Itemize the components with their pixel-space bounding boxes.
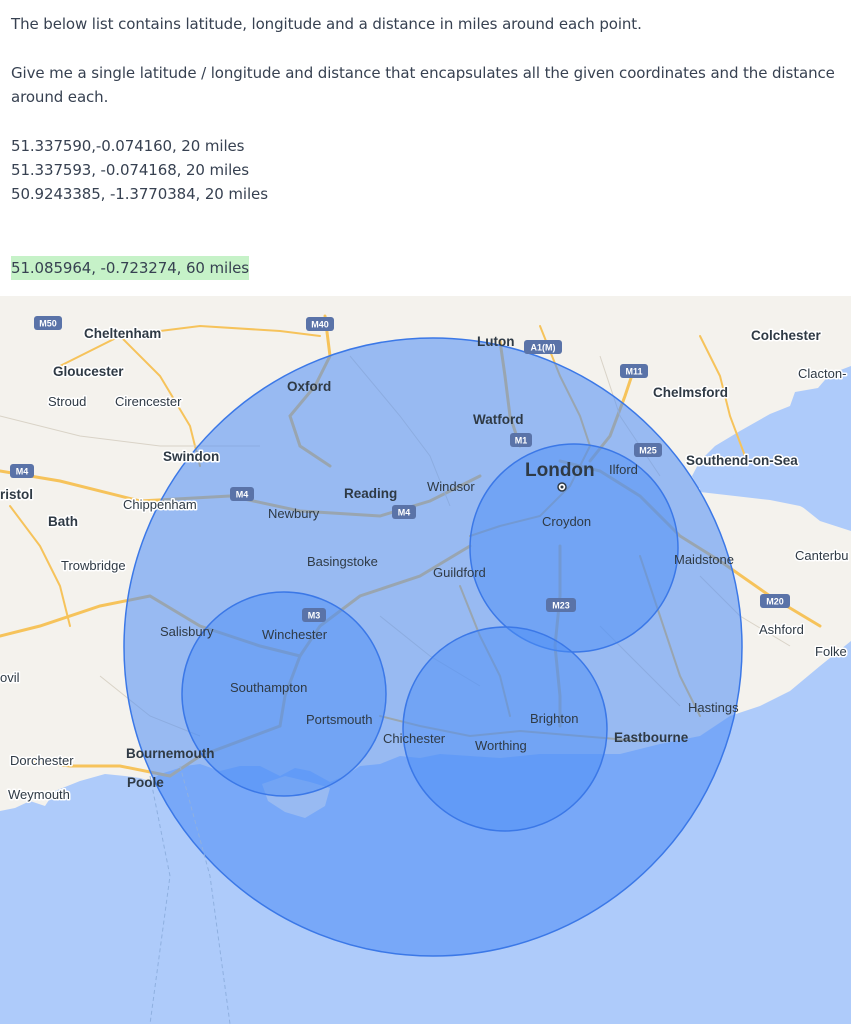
shield-label: M4 <box>398 508 411 518</box>
place-label: Poole <box>127 775 164 790</box>
place-label: Chichester <box>383 731 446 746</box>
place-label: Bournemouth <box>126 746 215 761</box>
place-label: Colchester <box>751 328 822 343</box>
place-label: Southampton <box>230 680 307 695</box>
place-label: Southend-on-Sea <box>686 453 798 468</box>
place-label: Portsmouth <box>306 712 372 727</box>
place-label: ristol <box>0 487 33 502</box>
shield-label: M3 <box>308 611 321 621</box>
chat-message: The below list contains latitude, longit… <box>0 0 851 296</box>
place-label: Basingstoke <box>307 554 378 569</box>
place-label: Swindon <box>163 449 219 464</box>
shield-label: M25 <box>639 446 657 456</box>
place-label: Winchester <box>262 627 328 642</box>
place-label: Trowbridge <box>61 558 126 573</box>
place-label: Clacton- <box>798 366 846 381</box>
place-label: Ashford <box>759 622 804 637</box>
place-label: Croydon <box>542 514 591 529</box>
coverage-circles <box>123 337 743 957</box>
shield-label: M11 <box>625 367 642 377</box>
prompt-line-1: The below list contains latitude, longit… <box>11 15 642 33</box>
answer-highlight: 51.085964, -0.723274, 60 miles <box>11 256 249 280</box>
place-label: Ilford <box>609 462 638 477</box>
place-label: Stroud <box>48 394 86 409</box>
prompt-line-2: Give me a single latitude / longitude an… <box>11 64 835 82</box>
map-view[interactable]: M50 M40 A1(M) M11 M1 M25 M4 M4 M4 M3 M23… <box>0 296 851 1024</box>
place-label: Worthing <box>475 738 527 753</box>
place-label: Dorchester <box>10 753 74 768</box>
place-label: London <box>525 460 595 481</box>
shield-label: M23 <box>552 601 570 611</box>
place-label: Windsor <box>427 479 475 494</box>
place-label: Oxford <box>287 379 331 394</box>
prompt-line-3: around each. <box>11 88 109 106</box>
london-marker-center <box>560 485 564 489</box>
place-label: Guildford <box>433 565 486 580</box>
place-label: Maidstone <box>674 552 734 567</box>
place-label: Watford <box>473 412 524 427</box>
place-label: Gloucester <box>53 364 124 379</box>
coordinate-line: 51.337590,-0.074160, 20 miles <box>11 137 245 155</box>
coverage-circle-south <box>402 626 608 832</box>
shield-label: M1 <box>515 436 528 446</box>
place-label: Eastbourne <box>614 730 689 745</box>
shield-label: M4 <box>16 467 29 477</box>
place-label: Salisbury <box>160 624 214 639</box>
place-label: Weymouth <box>8 787 70 802</box>
shield-label: M20 <box>766 597 784 607</box>
place-label: Hastings <box>688 700 739 715</box>
place-label: Brighton <box>530 711 578 726</box>
place-label: Bath <box>48 514 78 529</box>
coordinate-line: 51.337593, -0.074168, 20 miles <box>11 161 250 179</box>
place-label: Canterbu <box>795 548 848 563</box>
place-label: Cheltenham <box>84 326 161 341</box>
place-label: Chelmsford <box>653 385 728 400</box>
place-label: Reading <box>344 486 397 501</box>
shield-label: M40 <box>311 320 329 330</box>
place-label: Newbury <box>268 506 320 521</box>
coordinate-line: 50.9243385, -1.3770384, 20 miles <box>11 185 268 203</box>
shield-label: M50 <box>39 319 57 329</box>
place-label: Luton <box>477 334 514 349</box>
place-label: Folke <box>815 644 847 659</box>
shield-label: A1(M) <box>531 343 556 353</box>
place-label: Cirencester <box>115 394 182 409</box>
shield-label: M4 <box>236 490 249 500</box>
place-label: ovil <box>0 670 20 685</box>
place-label: Chippenham <box>123 497 197 512</box>
